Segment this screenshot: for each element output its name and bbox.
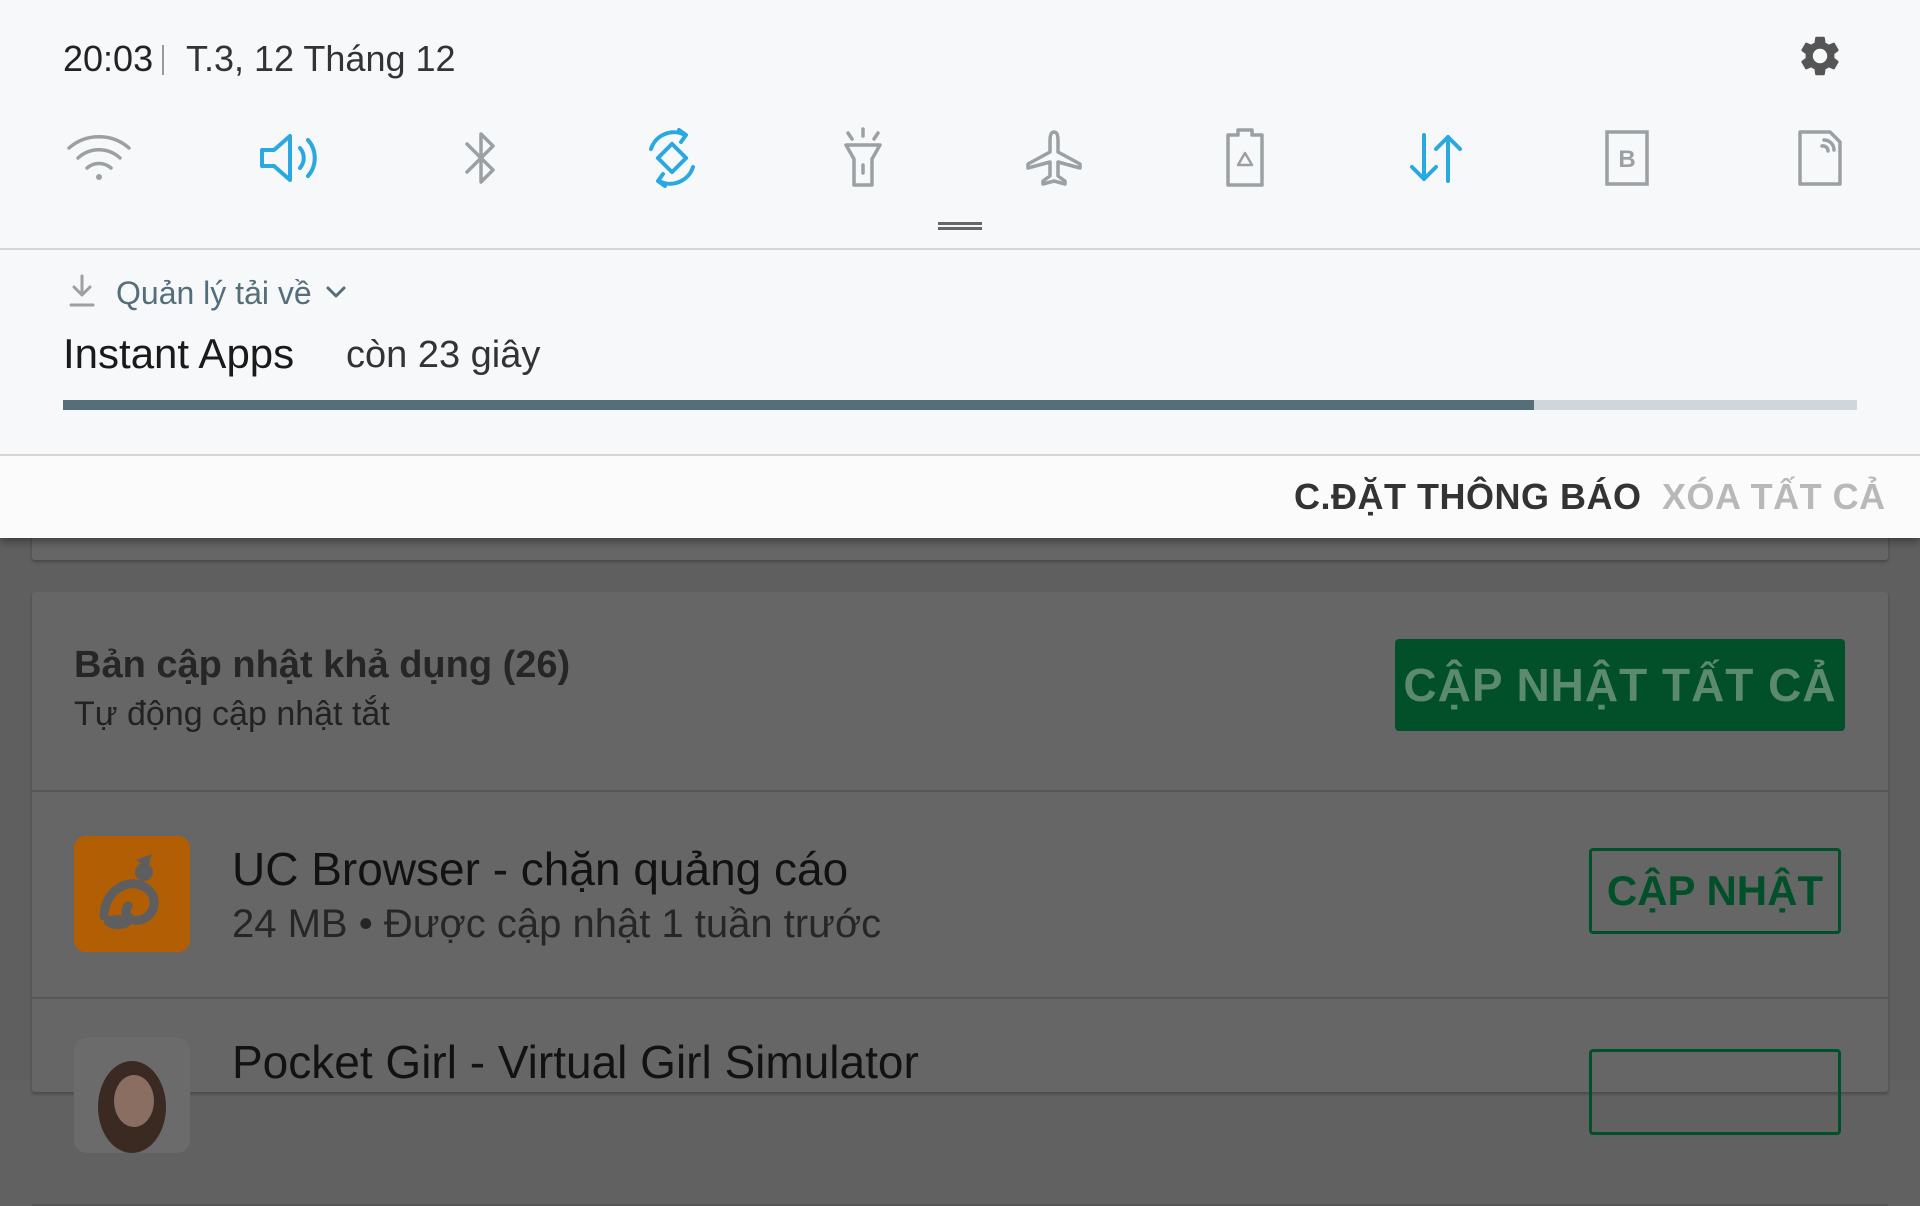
update-button[interactable]: CẬP NHẬT (1589, 848, 1841, 934)
update-all-button[interactable]: CẬP NHẬT TẤT CẢ (1395, 639, 1845, 731)
app-name: UC Browser - chặn quảng cáo (232, 843, 849, 895)
drag-handle[interactable] (938, 222, 982, 230)
app-name: Pocket Girl - Virtual Girl Simulator (232, 1036, 919, 1088)
gear-icon[interactable] (1796, 32, 1844, 80)
notification-settings-button[interactable]: C.ĐẶT THÔNG BÁO (1294, 476, 1641, 518)
notification-time-remaining: còn 23 giây (346, 334, 541, 376)
data-arrows-icon[interactable] (1396, 118, 1476, 198)
flashlight-icon[interactable] (823, 118, 903, 198)
app-list-item[interactable]: Pocket Girl - Virtual Girl Simulator (32, 999, 1888, 1206)
uc-browser-icon (74, 836, 190, 952)
download-progress-bar (63, 400, 1857, 410)
app-meta: 24 MB • Được cập nhật 1 tuần trước (232, 902, 882, 946)
wifi-icon[interactable] (59, 118, 139, 198)
date: T.3, 12 Tháng 12 (186, 38, 456, 79)
b-box-icon[interactable]: B (1587, 118, 1667, 198)
download-notification[interactable]: Quản lý tải về Instant Apps còn 23 giây (0, 250, 1920, 455)
download-icon (68, 274, 96, 308)
notification-actions: C.ĐẶT THÔNG BÁO XÓA TẤT CẢ (0, 456, 1920, 538)
battery-recycle-icon[interactable] (1205, 118, 1285, 198)
airplane-icon[interactable] (1014, 118, 1094, 198)
updates-title: Bản cập nhật khả dụng (26) (74, 644, 571, 686)
pocket-girl-icon (74, 1037, 190, 1153)
auto-update-status: Tự động cập nhật tắt (74, 695, 390, 733)
notification-app-name: Quản lý tải về (116, 275, 312, 311)
download-progress-fill (63, 400, 1535, 410)
volume-icon[interactable] (250, 118, 330, 198)
clear-all-button[interactable]: XÓA TẤT CẢ (1662, 476, 1886, 518)
app-list-item[interactable]: UC Browser - chặn quảng cáo 24 MB • Được… (32, 792, 1888, 999)
svg-text:B: B (1618, 146, 1635, 173)
separator (162, 45, 164, 75)
rotate-icon[interactable] (632, 118, 712, 198)
notification-shade: 20:03 T.3, 12 Tháng 12 B Quản lý tải về … (0, 0, 1920, 538)
notification-title: Instant Apps (63, 330, 295, 377)
updates-header: Bản cập nhật khả dụng (26) Tự động cập n… (32, 592, 1888, 792)
bluetooth-icon[interactable] (441, 118, 521, 198)
update-button[interactable] (1589, 1049, 1841, 1135)
quick-settings-row: B (0, 118, 1920, 208)
status-row: 20:03 T.3, 12 Tháng 12 (0, 0, 1920, 110)
clock: 20:03 (63, 38, 154, 79)
updates-card: Bản cập nhật khả dụng (26) Tự động cập n… (32, 592, 1888, 1206)
chevron-down-icon[interactable] (324, 284, 348, 300)
nfc-icon[interactable] (1780, 118, 1860, 198)
